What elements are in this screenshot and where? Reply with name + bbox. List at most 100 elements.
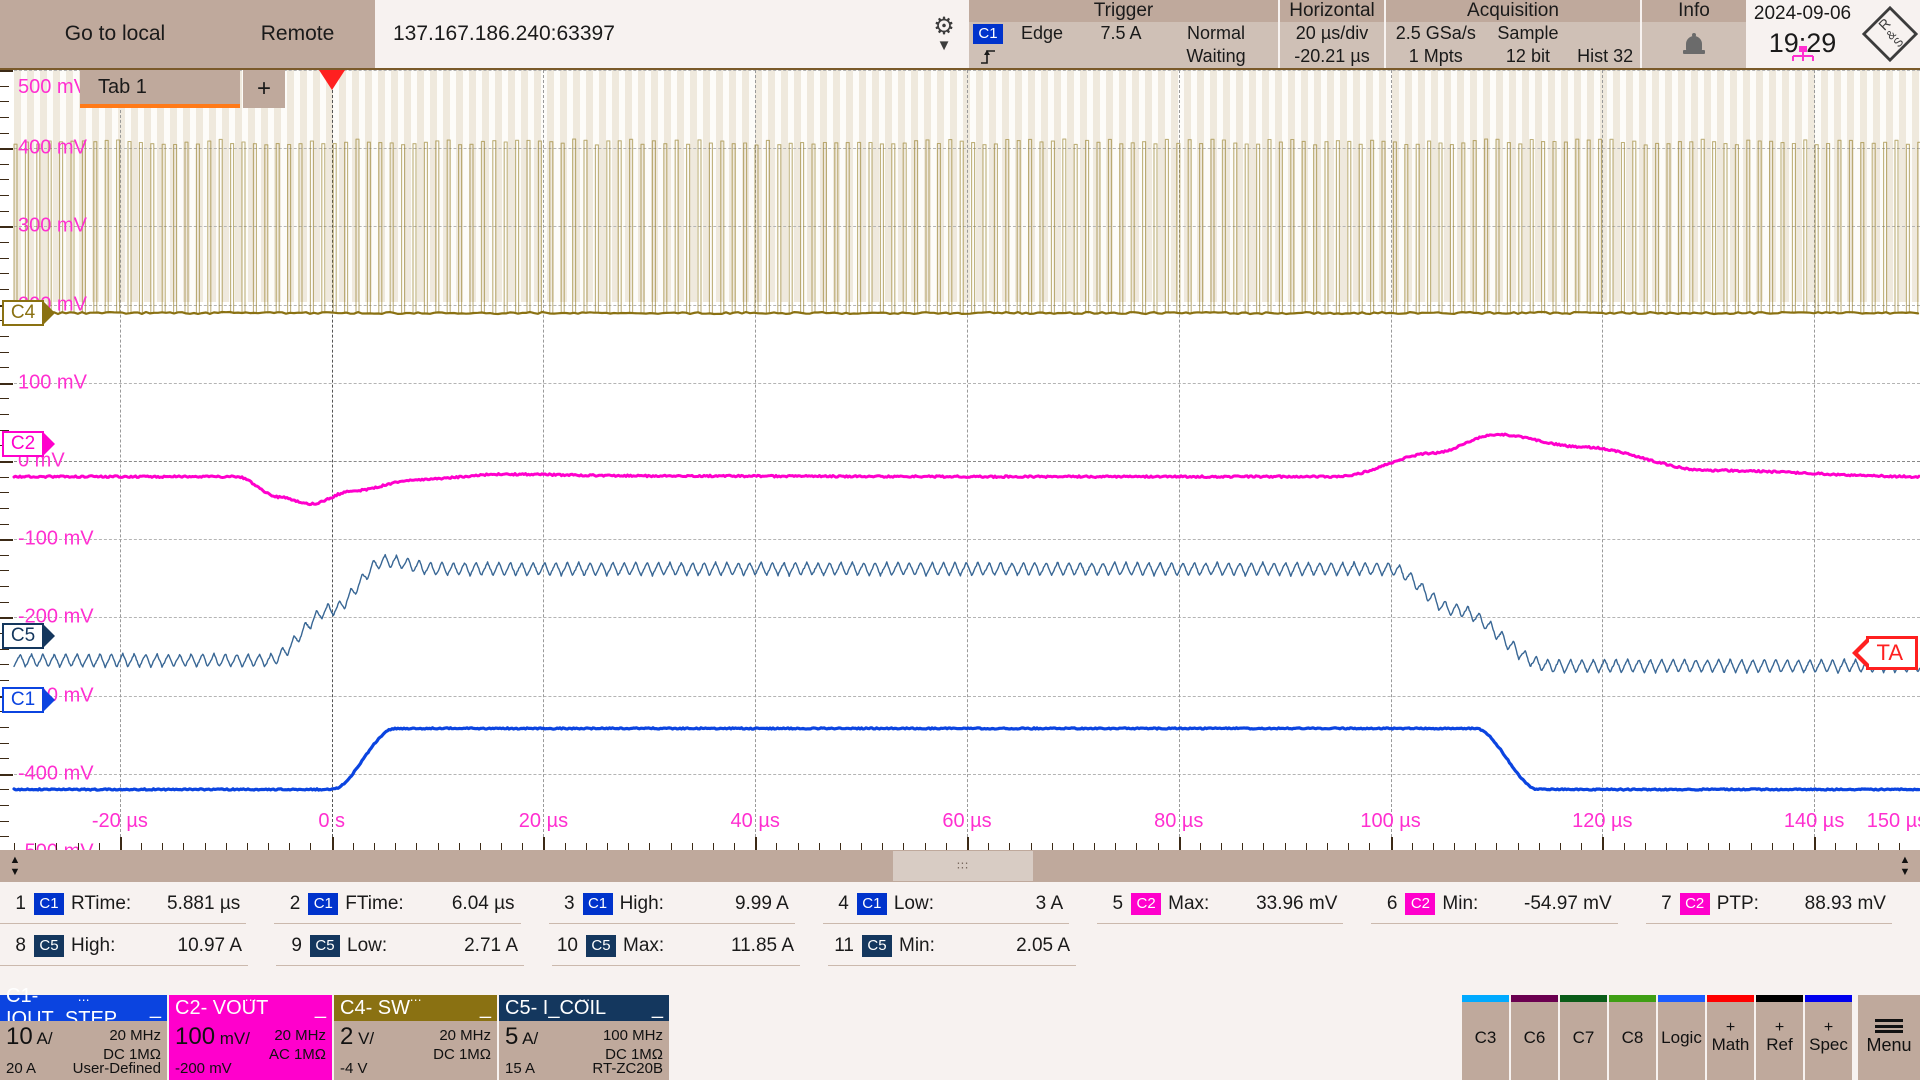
tab-item-0[interactable]: Tab 1 (80, 70, 240, 108)
measurement-value: 9.99 A (735, 893, 795, 915)
x-tick-minor (1496, 843, 1497, 850)
acquisition-panel[interactable]: Acquisition 2.5 GSa/s Sample 1 Mpts 12 b… (1385, 0, 1640, 68)
date-label: 2024-09-06 (1748, 0, 1857, 28)
minimize-icon[interactable]: _ (315, 997, 326, 1020)
x-tick-minor (1327, 843, 1328, 850)
channel-scale[interactable]: 2 V/ (340, 1023, 374, 1051)
waveform-diagram[interactable]: 500 mV400 mV300 mV200 mV100 mV0 mV-100 m… (0, 68, 1920, 850)
channel-tile-c6[interactable]: C6 (1511, 995, 1559, 1080)
x-tick-minor (162, 843, 163, 850)
channel-bar[interactable]: C1- IOUT_STEP ⋯ _ 10 A/20 MHz DC 1MΩ 20 A User… (0, 995, 1920, 1080)
x-tick-minor (99, 843, 100, 850)
trigger-mode: Normal (1161, 22, 1271, 45)
c4-sw-baseline (14, 312, 1918, 314)
channel-box-c1[interactable]: C1- IOUT_STEP ⋯ _ 10 A/20 MHz DC 1MΩ 20 A User… (0, 995, 167, 1080)
trigger-level: 7.5 A (1081, 22, 1161, 45)
info-panel-title: Info (1642, 0, 1746, 22)
channel-tile-label: Math (1712, 1035, 1750, 1055)
settings-menu-button[interactable]: ⚙ ▼ (920, 0, 968, 68)
channel-box-c5[interactable]: C5- I_COIL ⋯ _ 5 A/100 MHz DC 1MΩ 15 A RT-ZC20… (499, 995, 669, 1080)
measurement-label: Min: (899, 935, 935, 957)
x-tick-label: 80 µs (1154, 810, 1203, 833)
channel-tile-color-bar (1560, 995, 1607, 1002)
trigger-source-chip[interactable]: C1 (973, 24, 1003, 44)
horizontal-panel[interactable]: Horizontal 20 µs/div -20.21 µs (1279, 0, 1384, 68)
minimize-icon[interactable]: _ (652, 997, 663, 1020)
measurement-item[interactable]: 5 C2 Max: 33.96 mV (1097, 882, 1343, 924)
channel-tile-c3[interactable]: C3 (1462, 995, 1510, 1080)
channel-box-c4[interactable]: C4- SW ⋯ _ 2 V/20 MHz DC 1MΩ -4 V (334, 995, 497, 1080)
drag-handle-icon[interactable]: ⋯ (78, 993, 91, 1007)
drag-handle-icon[interactable]: ⋯ (410, 993, 423, 1007)
trigger-panel[interactable]: Trigger C1 Edge 7.5 A Normal Waiting (968, 0, 1278, 68)
info-panel[interactable]: Info (1641, 0, 1746, 68)
channel-box-c2[interactable]: C2- VOUT ⋯ _ 100 mV/20 MHz AC 1MΩ -200 mV (169, 995, 332, 1080)
x-tick-minor (565, 843, 566, 850)
y-tick-minor (0, 821, 9, 822)
channel-header-c1[interactable]: C1- IOUT_STEP ⋯ _ (0, 995, 167, 1021)
measurement-item[interactable]: 2 C1 FTime: 6.04 µs (274, 882, 520, 924)
channel-header-c2[interactable]: C2- VOUT ⋯ _ (169, 995, 332, 1021)
channel-scale[interactable]: 100 mV/ (175, 1023, 250, 1051)
add-tab-button[interactable]: + (243, 70, 285, 108)
scrollbar-thumb[interactable]: ∶∶∶ (893, 851, 1033, 881)
drag-handle-icon[interactable]: ⋯ (578, 993, 591, 1007)
channel-body-c2[interactable]: 100 mV/20 MHz AC 1MΩ -200 mV (169, 1021, 332, 1080)
measurement-value: 10.97 A (178, 935, 248, 957)
measurement-item[interactable]: 7 C2 PTP: 88.93 mV (1646, 882, 1892, 924)
channel-tile-logic[interactable]: Logic (1658, 995, 1706, 1080)
measurement-item[interactable]: 1 C1 RTime: 5.881 µs (0, 882, 246, 924)
measurement-item[interactable]: 3 C1 High: 9.99 A (549, 882, 795, 924)
channel-marker-c4[interactable]: C4 (2, 300, 44, 326)
measurement-item[interactable]: 8 C5 High: 10.97 A (0, 924, 248, 966)
tab-strip[interactable]: Tab 1 + (80, 70, 285, 108)
channel-tile-c8[interactable]: C8 (1609, 995, 1657, 1080)
minimize-icon[interactable]: _ (150, 997, 161, 1020)
x-tick-minor (1136, 843, 1137, 850)
x-tick-minor (1772, 843, 1773, 850)
tab-label: Tab 1 (98, 76, 147, 99)
channel-body-c4[interactable]: 2 V/20 MHz DC 1MΩ -4 V (334, 1021, 497, 1080)
channel-scale[interactable]: 5 A/ (505, 1023, 538, 1051)
measurement-index: 4 (823, 893, 849, 915)
channel-marker-c2[interactable]: C2 (2, 431, 44, 457)
channel-body-c1[interactable]: 10 A/20 MHz DC 1MΩ 20 A User-Defined (0, 1021, 167, 1080)
measurement-item[interactable]: 4 C1 Low: 3 A (823, 882, 1069, 924)
drag-handle-icon[interactable]: ⋯ (245, 993, 258, 1007)
brand-logo: R & S (1857, 0, 1920, 68)
trigger-position-marker[interactable] (319, 70, 345, 90)
channel-range: -200 mV (175, 1060, 232, 1077)
measurement-results[interactable]: 1 C1 RTime: 5.881 µs 2 C1 FTime: 6.04 µs 3 C1 High… (0, 882, 1920, 995)
channel-range: -4 V (340, 1060, 368, 1077)
channel-header-c5[interactable]: C5- I_COIL ⋯ _ (499, 995, 669, 1021)
c5-icoil-trace (14, 555, 1920, 674)
measurement-source-chip: C5 (310, 935, 340, 957)
x-tick-minor (819, 843, 820, 850)
channel-marker-c1[interactable]: C1 (2, 687, 44, 713)
channel-tile-c7[interactable]: C7 (1560, 995, 1608, 1080)
menu-button[interactable]: Menu (1858, 995, 1920, 1080)
measurement-label: PTP: (1717, 893, 1759, 915)
horizontal-scrollbar[interactable]: ▲ ▼ ∶∶∶ ▲ ▼ (0, 850, 1920, 882)
channel-tile-ref[interactable]: + Ref (1756, 995, 1804, 1080)
minimize-icon[interactable]: _ (480, 997, 491, 1020)
channel-scale[interactable]: 10 A/ (6, 1023, 53, 1051)
measurement-item[interactable]: 9 C5 Low: 2.71 A (276, 924, 524, 966)
scroll-up-down-left-icon[interactable]: ▲ ▼ (2, 850, 28, 882)
measurement-item[interactable]: 10 C5 Max: 11.85 A (552, 924, 800, 966)
channel-body-c5[interactable]: 5 A/100 MHz DC 1MΩ 15 A RT-ZC20B (499, 1021, 669, 1080)
channel-tile-math[interactable]: + Math (1707, 995, 1755, 1080)
trigger-level-marker[interactable]: TA (1866, 636, 1918, 670)
go-to-local-button[interactable]: Go to local (0, 0, 230, 68)
channel-marker-c5[interactable]: C5 (2, 623, 44, 649)
channel-header-c4[interactable]: C4- SW ⋯ _ (334, 995, 497, 1021)
measurement-index: 6 (1371, 893, 1397, 915)
measurement-value: 3 A (1036, 893, 1069, 915)
y-tick-minor (0, 836, 9, 837)
grid-area[interactable] (14, 70, 1920, 852)
measurement-item[interactable]: 11 C5 Min: 2.05 A (828, 924, 1076, 966)
scroll-up-down-right-icon[interactable]: ▲ ▼ (1892, 850, 1918, 882)
channel-tile-spec[interactable]: + Spec (1805, 995, 1853, 1080)
measurement-item[interactable]: 6 C2 Min: -54.97 mV (1371, 882, 1617, 924)
bell-icon[interactable] (1683, 33, 1705, 57)
